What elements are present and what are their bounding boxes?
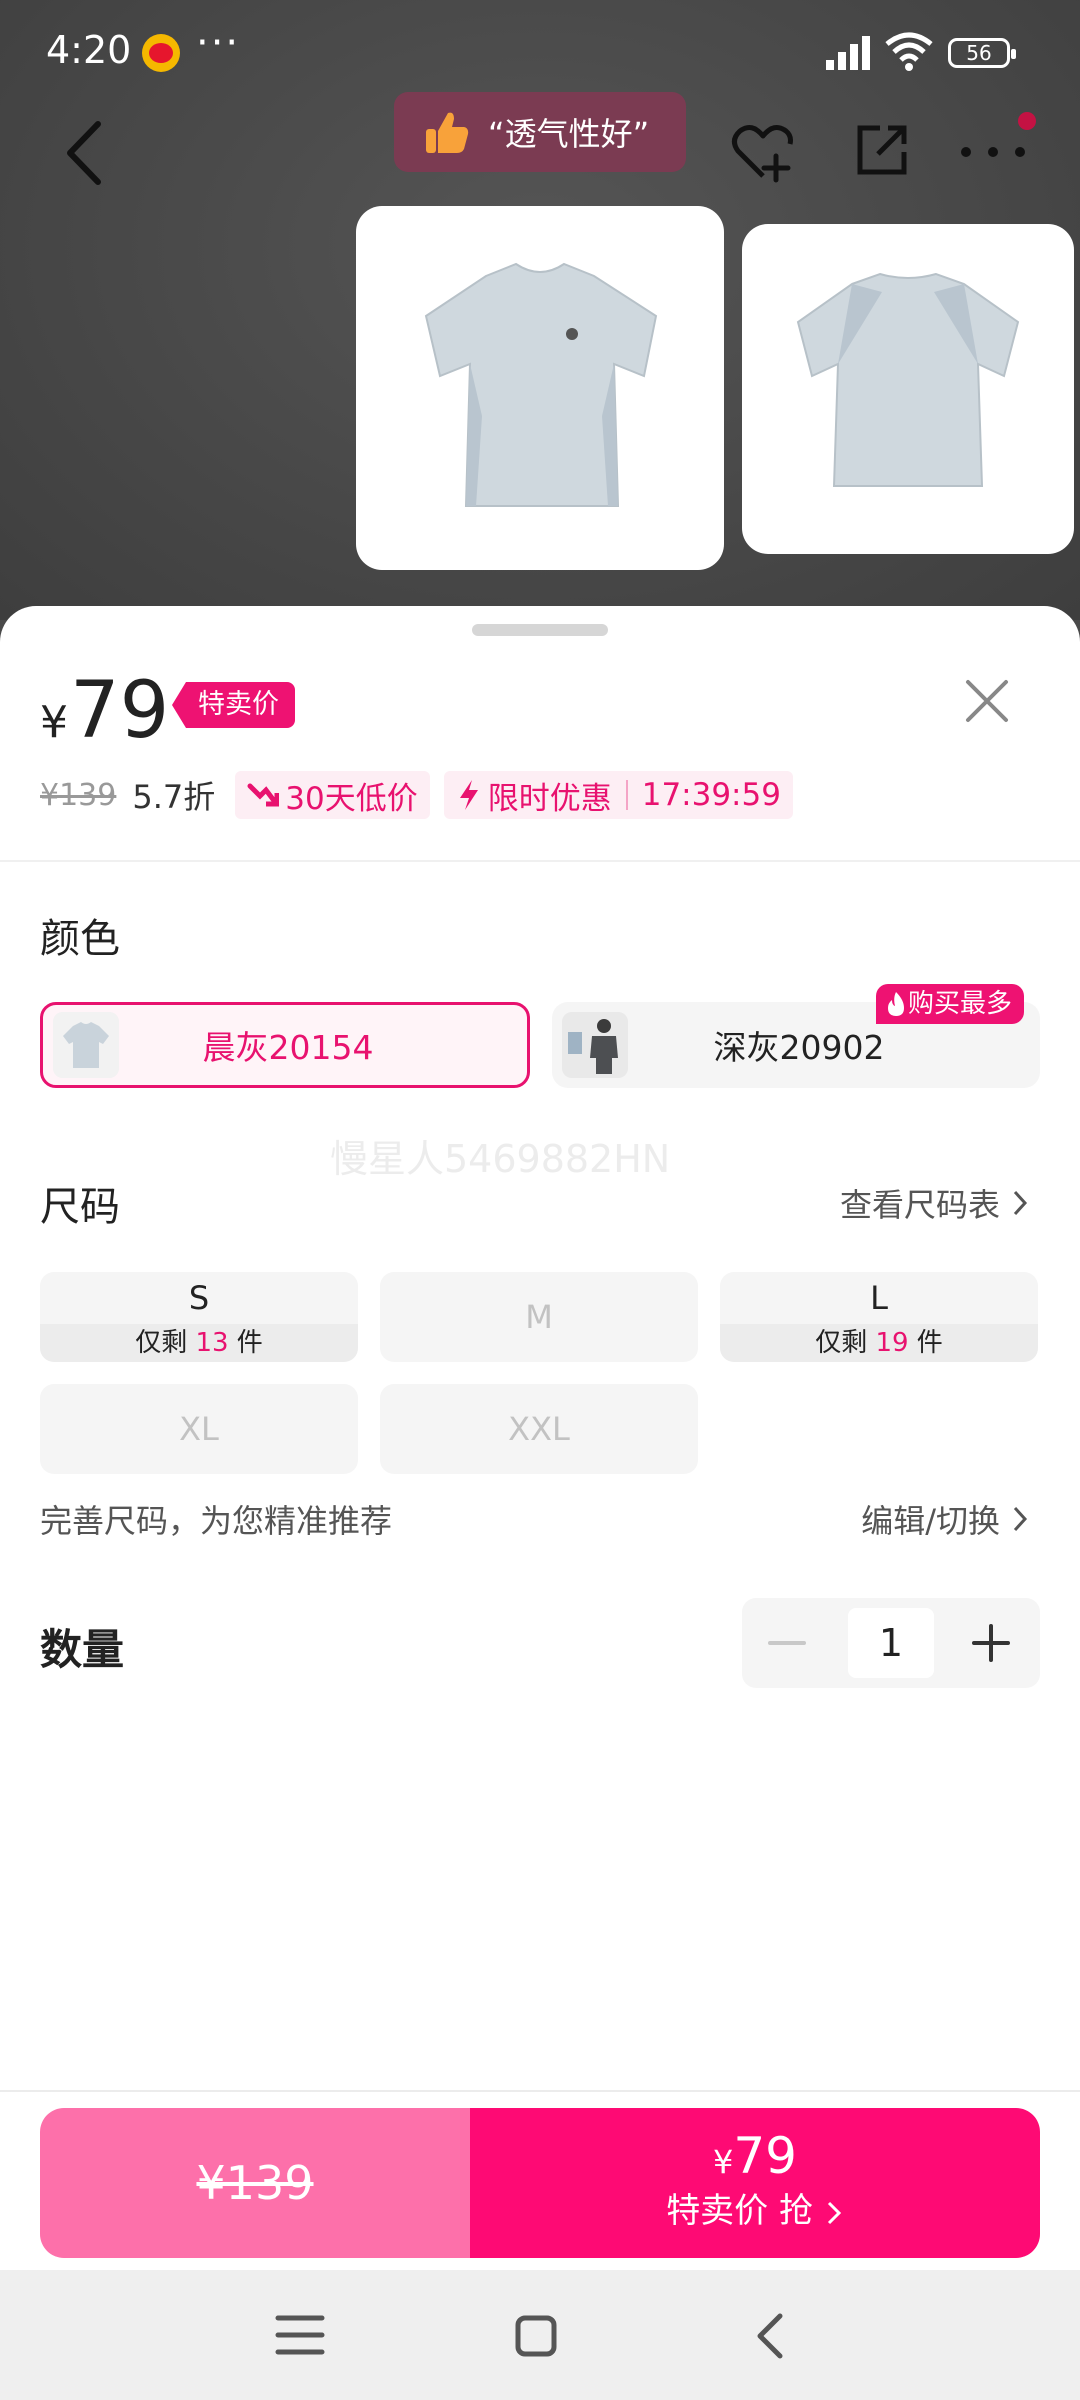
status-more-indicator: ··· <box>196 20 241 66</box>
currency-symbol: ¥ <box>40 697 68 748</box>
color-option-label: 深灰20902 <box>713 1028 885 1067</box>
share-icon[interactable] <box>852 120 912 180</box>
stock-suffix: 件 <box>908 1328 943 1358</box>
stock-prefix: 仅剩 <box>815 1328 876 1358</box>
best-seller-text: 购买最多 <box>908 989 1013 1019</box>
system-back-icon[interactable] <box>740 2306 800 2366</box>
back-arrow-icon[interactable] <box>58 118 118 188</box>
quantity-value[interactable]: 1 <box>848 1608 934 1678</box>
wifi-icon <box>885 32 933 71</box>
original-price-label: ¥139 <box>196 2156 314 2210</box>
minus-icon[interactable] <box>762 1618 812 1668</box>
review-highlight-pill[interactable]: “透气性好” <box>394 92 686 172</box>
buy-price-value: 79 <box>733 2127 797 2185</box>
lightning-icon <box>459 780 478 810</box>
best-seller-badge: 购买最多 <box>876 984 1025 1024</box>
color-option-label: 晨灰20154 <box>202 1028 374 1067</box>
size-label: M <box>525 1298 553 1336</box>
notification-dot <box>1018 112 1036 130</box>
chevron-right-icon <box>827 2201 841 2224</box>
recent-apps-icon[interactable] <box>270 2312 330 2358</box>
color-thumbnail <box>562 1012 628 1078</box>
size-label: L <box>870 1279 888 1317</box>
stock-remaining: 仅剩 13 件 <box>40 1324 358 1362</box>
quantity-section-title: 数量 <box>40 1625 125 1674</box>
size-section-title: 尺码 <box>40 1184 120 1230</box>
flame-icon <box>888 992 904 1016</box>
size-label: XXL <box>508 1410 570 1448</box>
size-option-l[interactable]: L 仅剩 19 件 <box>720 1272 1038 1362</box>
plus-icon[interactable] <box>966 1618 1016 1668</box>
tshirt-back-image <box>796 272 1020 487</box>
sheet-drag-handle[interactable] <box>472 624 608 636</box>
product-thumbnail-front[interactable] <box>356 206 724 570</box>
status-bar: 4:20 ··· 56 <box>0 0 1080 100</box>
stock-suffix: 件 <box>228 1328 263 1358</box>
favorite-add-icon[interactable] <box>728 118 798 188</box>
user-watermark: 慢星人5469882HN <box>330 1137 671 1181</box>
buy-now-button[interactable]: ¥79 特卖价 抢 <box>470 2108 1040 2258</box>
discount-rate: 5.7折 <box>132 778 216 816</box>
home-icon[interactable] <box>506 2306 566 2366</box>
review-tag-text: “透气性好” <box>488 115 650 153</box>
size-option-s[interactable]: S 仅剩 13 件 <box>40 1272 358 1362</box>
price-details-row: ¥139 5.7折 30天低价 限时优惠 17:39:59 <box>40 770 807 820</box>
flash-sale-label: 限时优惠 <box>487 780 612 817</box>
buy-label-text: 特卖价 抢 <box>666 2191 813 2231</box>
size-label: XL <box>179 1410 219 1448</box>
purchase-bar: ¥139 ¥79 特卖价 抢 <box>0 2090 1080 2274</box>
system-navigation-bar <box>0 2270 1080 2400</box>
size-recommend-text: 完善尺码，为您精准推荐 <box>40 1502 393 1540</box>
stock-count: 19 <box>875 1328 909 1358</box>
product-thumbnail-back[interactable] <box>742 224 1074 554</box>
badge-divider <box>625 780 628 810</box>
price-value: 79 <box>70 666 170 756</box>
close-icon[interactable] <box>962 676 1012 726</box>
weibo-app-icon <box>142 34 180 72</box>
edit-size-link[interactable]: 编辑/切换 <box>861 1496 1030 1542</box>
original-price: ¥139 <box>40 777 117 813</box>
tshirt-front-image <box>424 262 658 507</box>
buy-price: ¥79 <box>470 2126 1040 2186</box>
thumbs-up-icon <box>426 112 469 153</box>
signal-icon <box>826 36 870 70</box>
countdown-timer: 17:39:59 <box>641 777 781 813</box>
color-option-morning-grey[interactable]: 晨灰20154 <box>40 1002 530 1088</box>
trend-down-icon <box>247 783 280 807</box>
size-option-m[interactable]: M <box>380 1272 698 1362</box>
buy-currency: ¥ <box>713 2143 734 2181</box>
color-thumbnail <box>53 1012 119 1078</box>
size-chart-text: 查看尺码表 <box>839 1186 1000 1224</box>
size-option-xxl[interactable]: XXL <box>380 1384 698 1474</box>
stock-remaining: 仅剩 19 件 <box>720 1324 1038 1362</box>
low-price-text: 30天低价 <box>285 780 418 817</box>
battery-icon: 56 <box>948 38 1016 68</box>
stock-count: 13 <box>195 1328 229 1358</box>
size-option-xl[interactable]: XL <box>40 1384 358 1474</box>
flash-sale-badge: 限时优惠 17:39:59 <box>443 771 793 819</box>
edit-size-text: 编辑/切换 <box>861 1502 1000 1540</box>
status-time: 4:20 <box>46 28 132 72</box>
color-section-title: 颜色 <box>40 916 120 962</box>
more-options-icon[interactable] <box>958 128 1028 168</box>
buy-label: 特卖价 抢 <box>470 2186 1040 2236</box>
size-label: S <box>188 1279 210 1317</box>
section-divider <box>0 860 1080 862</box>
sku-selector-sheet: ¥ 79 特卖价 ¥139 5.7折 30天低价 限时优惠 17:39:59 颜… <box>0 606 1080 2270</box>
quantity-stepper: 1 <box>742 1598 1040 1688</box>
original-price-button[interactable]: ¥139 <box>40 2108 470 2258</box>
chevron-right-icon <box>1013 1190 1028 1216</box>
current-price: ¥ 79 <box>40 666 169 756</box>
stock-prefix: 仅剩 <box>135 1328 196 1358</box>
size-chart-link[interactable]: 查看尺码表 <box>840 1180 1030 1226</box>
low-price-badge: 30天低价 <box>235 771 430 819</box>
chevron-right-icon <box>1013 1506 1028 1532</box>
special-price-tag: 特卖价 <box>172 682 295 728</box>
